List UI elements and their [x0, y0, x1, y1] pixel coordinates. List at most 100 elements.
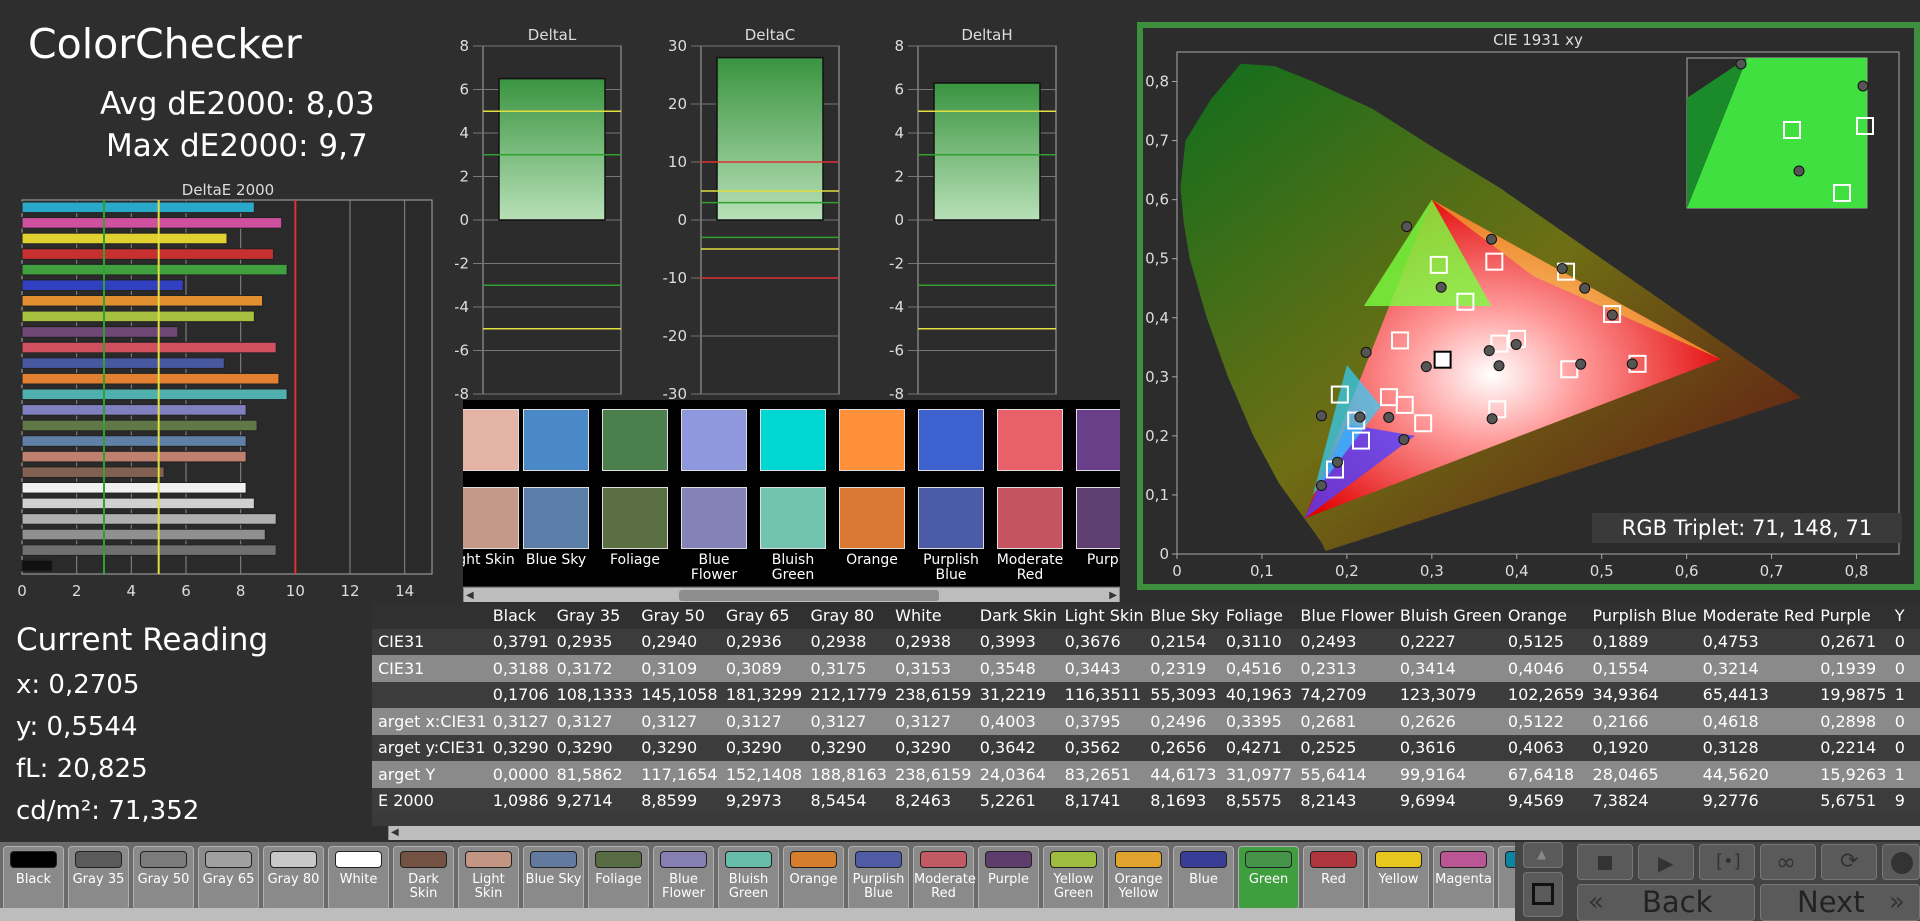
table-cell: 0,3109 — [635, 655, 720, 682]
table-cell: 0,3642 — [973, 734, 1059, 761]
delta-tick-label: -10 — [663, 269, 688, 287]
table-cell: 181,3299 — [719, 681, 805, 708]
scroll-right-icon[interactable]: ▶ — [1109, 590, 1117, 601]
table-cell: 0,3290 — [719, 734, 805, 761]
delta-tick-label: -4 — [455, 298, 469, 316]
scroll-up-button[interactable]: ▲ — [1523, 842, 1563, 868]
patch-button[interactable]: Blue — [1173, 846, 1234, 910]
refresh-button[interactable]: ⟳ — [1821, 844, 1877, 880]
deltae-tick-label: 2 — [72, 582, 82, 600]
loop-one-button[interactable]: [•] — [1699, 844, 1755, 880]
next-button[interactable]: Next » — [1760, 884, 1920, 921]
table-cell: 0,3127 — [550, 708, 636, 735]
patch-button[interactable]: Foliage — [588, 846, 649, 910]
stop-button[interactable] — [1577, 844, 1633, 880]
patch-color-swatch — [1375, 851, 1422, 868]
measured-point — [1398, 433, 1410, 445]
patch-button[interactable]: Gray 80 — [263, 846, 324, 910]
patch-button[interactable]: Black — [3, 846, 64, 910]
patch-label: Green — [1248, 872, 1289, 887]
table-cell: 28,0465 — [1586, 761, 1697, 788]
patch-button[interactable]: Green — [1238, 846, 1299, 910]
patch-button[interactable]: Dark Skin — [393, 846, 454, 910]
table-cell: 0,3290 — [635, 734, 720, 761]
deltae-bar — [21, 248, 274, 260]
patch-button[interactable]: Blue Sky — [523, 846, 584, 910]
table-cell: 0,5122 — [1501, 708, 1587, 735]
inset-measured-point — [1857, 80, 1869, 92]
play-button[interactable]: ▶ — [1638, 844, 1694, 880]
scroll-thumb[interactable] — [679, 590, 939, 601]
table-cell: 0,2656 — [1144, 734, 1220, 761]
table-cell: arget x:CIE31 — [372, 708, 487, 735]
table-cell: 0,0000 — [486, 761, 551, 788]
patch-color-swatch — [595, 851, 642, 868]
patch-scrollbar[interactable] — [0, 908, 1515, 921]
patch-button[interactable]: Yellow — [1368, 846, 1429, 910]
deltae-bar — [21, 419, 258, 432]
inset-measured-point — [1793, 165, 1805, 177]
patch-button[interactable]: White — [328, 846, 389, 910]
patch-label: Dark Skin — [408, 872, 439, 901]
delta-tick-label: 4 — [459, 124, 469, 142]
table-scroll-track[interactable]: ◀ — [388, 826, 1507, 840]
patch-button[interactable]: Red — [1303, 846, 1364, 910]
measured-point — [1435, 281, 1447, 293]
deltae-tick-label: 4 — [127, 582, 137, 600]
patch-button[interactable]: Moderate Red — [913, 846, 976, 910]
patch-button[interactable]: Magenta — [1433, 846, 1494, 910]
measured-point — [1626, 358, 1638, 370]
patch-button[interactable]: Gray 50 — [133, 846, 194, 910]
deltae-bar — [21, 217, 283, 229]
table-cell: 0,3414 — [1393, 655, 1502, 682]
swatch-label: ght Skin — [463, 552, 515, 568]
patch-label: Black — [15, 872, 52, 887]
patch-button[interactable]: Gray 65 — [198, 846, 259, 910]
measured-point — [1420, 361, 1432, 373]
current-x: x: 0,2705 — [16, 670, 140, 700]
patch-button[interactable]: Orange Yellow — [1108, 846, 1169, 910]
table-scroll-left-icon[interactable]: ◀ — [391, 827, 399, 838]
scroll-left-icon[interactable]: ◀ — [466, 590, 474, 601]
deltae-tick-label: 12 — [340, 582, 359, 600]
patch-color-swatch — [205, 851, 252, 868]
patch-button[interactable]: Light Skin — [458, 846, 519, 910]
table-header-cell: Blue Flower — [1294, 602, 1394, 629]
patch-button[interactable]: Bluish Green — [718, 846, 779, 910]
patch-color-swatch — [1440, 851, 1487, 868]
table-cell: 31,2219 — [973, 681, 1059, 708]
measured-swatch — [463, 487, 519, 549]
deltae-bar — [21, 326, 179, 338]
table-header-cell: Black — [486, 602, 551, 629]
patch-button[interactable]: Gray 35 — [68, 846, 129, 910]
table-cell: 9 — [1888, 787, 1920, 814]
back-button[interactable]: « Back — [1577, 884, 1755, 921]
table-cell: 0,2166 — [1586, 708, 1697, 735]
table-scrollbar[interactable] — [1507, 826, 1920, 840]
table-row: CIE31 0,3791 0,2935 0,2940 0,2936 0,2938 0,293… — [372, 628, 1920, 655]
table-cell: 0,3127 — [804, 708, 890, 735]
back-arrow-icon: « — [1588, 887, 1604, 917]
patch-label: Foliage — [595, 872, 642, 887]
stop-square-button[interactable] — [1523, 872, 1563, 917]
table-header-cell: Gray 35 — [550, 602, 636, 629]
table-cell: 0,3993 — [973, 628, 1059, 655]
delta-tick-label: -2 — [889, 255, 904, 273]
patch-color-swatch — [855, 851, 902, 868]
patch-color-swatch — [1180, 851, 1227, 868]
record-button[interactable] — [1882, 844, 1920, 880]
patch-button[interactable]: Orange — [783, 846, 844, 910]
patch-button[interactable]: Purplish Blue — [848, 846, 909, 910]
table-cell: 8,5575 — [1219, 787, 1295, 814]
patch-button[interactable]: Blue Flower — [653, 846, 714, 910]
continuous-button[interactable]: ∞ — [1760, 844, 1816, 880]
table-header-cell: Orange — [1501, 602, 1587, 629]
patch-button[interactable]: Purple — [978, 846, 1039, 910]
patch-color-swatch — [400, 851, 447, 868]
delta-tick-label: -2 — [455, 255, 469, 273]
max-de-readout: Max dE2000: 9,7 — [106, 128, 368, 164]
table-header-cell: Blue Sky — [1144, 602, 1220, 629]
patch-button[interactable]: Yellow Green — [1043, 846, 1104, 910]
cie-y-tick-label: 0,2 — [1145, 427, 1169, 445]
table-cell: 212,1779 — [804, 681, 890, 708]
